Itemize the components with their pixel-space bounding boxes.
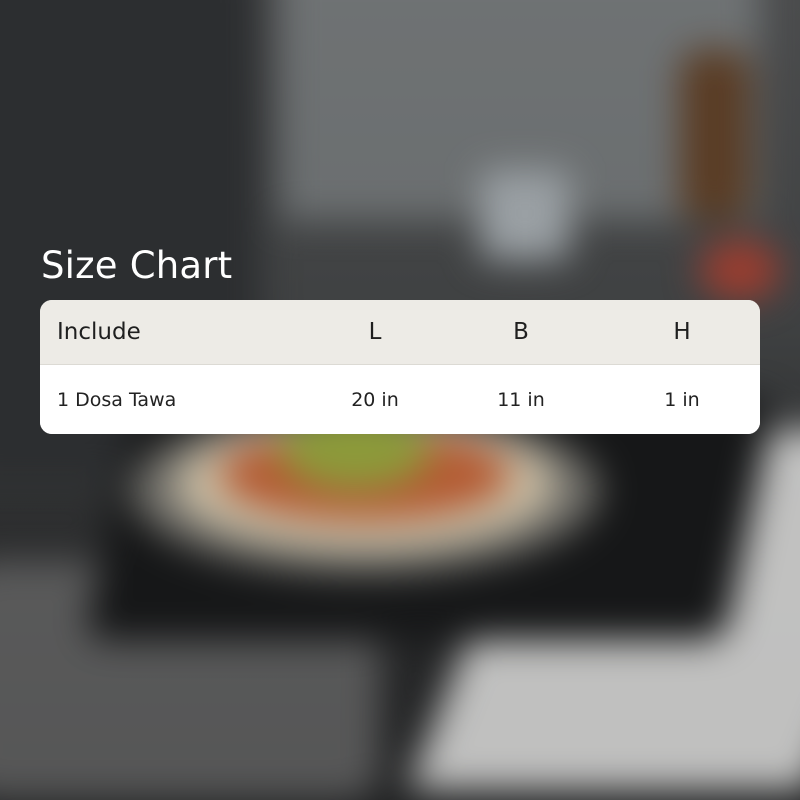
- header-breadth: B: [513, 319, 529, 345]
- size-chart-table: Include L B H 1 Dosa Tawa 20 in 11 in 1 …: [40, 300, 760, 434]
- header-include: Include: [57, 319, 141, 345]
- cell-length: 20 in: [351, 389, 399, 411]
- header-height: H: [673, 319, 691, 345]
- table-row: 1 Dosa Tawa 20 in 11 in 1 in: [40, 364, 760, 434]
- table-header-row: Include L B H: [40, 300, 760, 364]
- cell-include: 1 Dosa Tawa: [57, 389, 177, 411]
- cell-breadth: 11 in: [497, 389, 545, 411]
- header-length: L: [368, 319, 382, 345]
- size-chart-title: Size Chart: [41, 244, 233, 287]
- cell-height: 1 in: [664, 389, 700, 411]
